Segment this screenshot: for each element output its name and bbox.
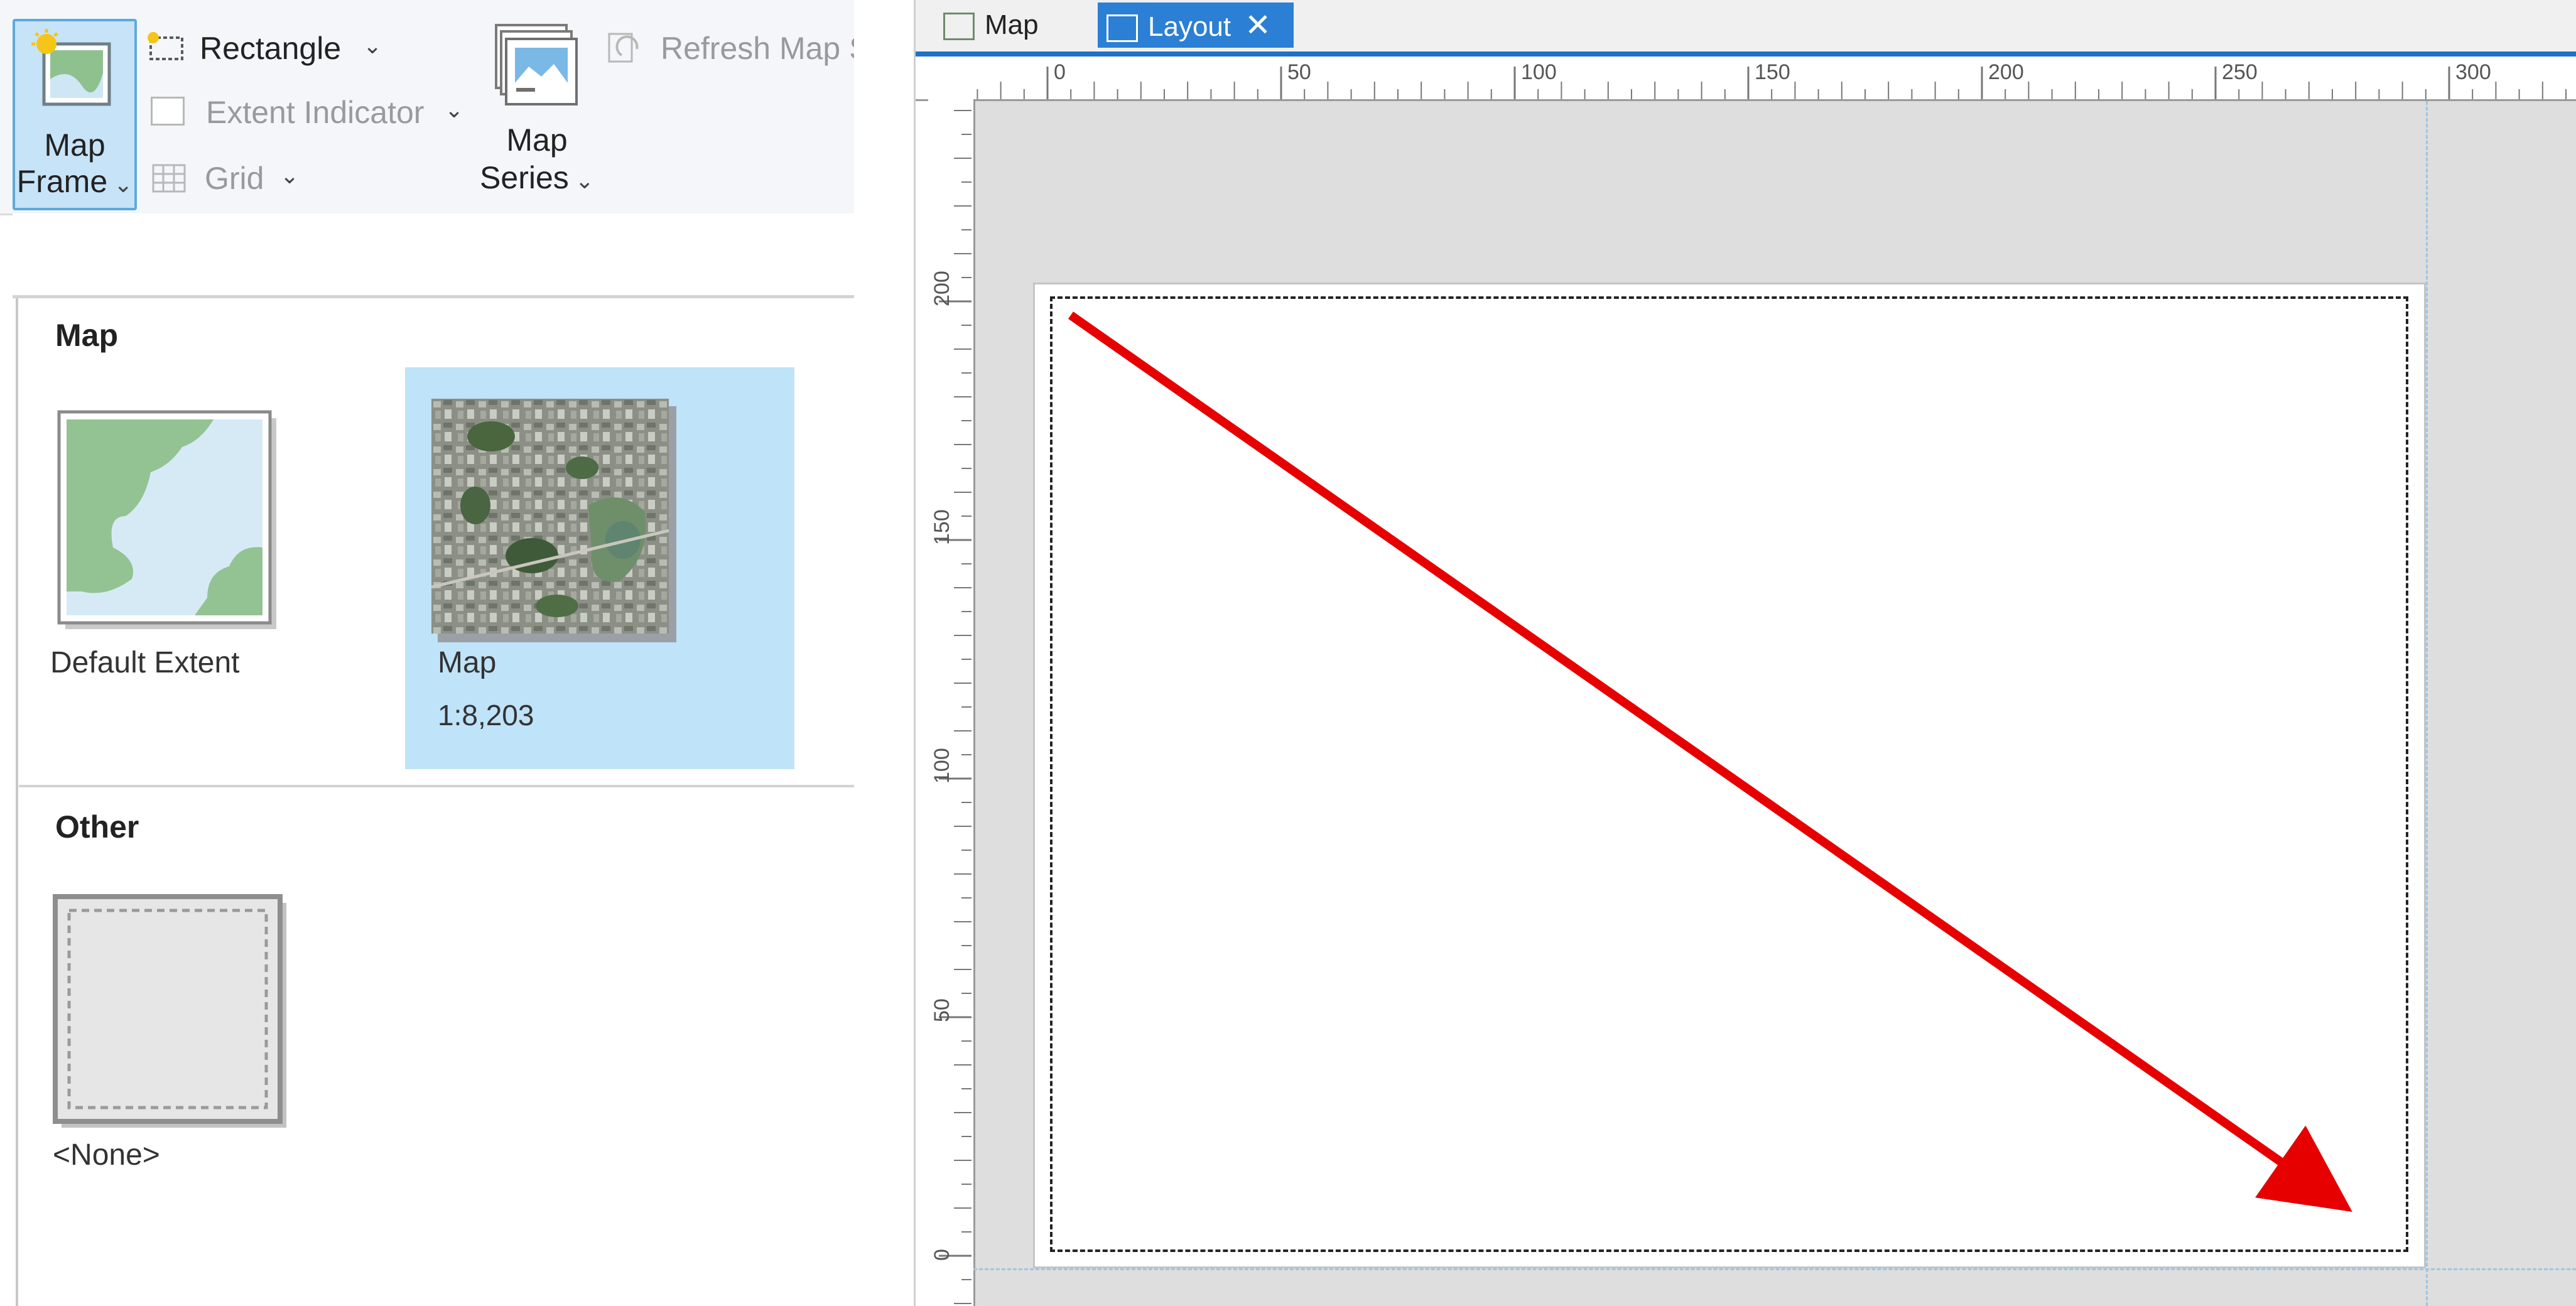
ruler-top-label: 100: [1521, 60, 1557, 84]
ruler-left-label: 50: [930, 998, 954, 1022]
ruler-top-label: 200: [1988, 60, 2024, 84]
ruler-top-label: 300: [2455, 60, 2491, 84]
ruler-top-label: 50: [1287, 60, 1311, 84]
ruler-ticks: 0 50 100 150 200 250 300 200 150 100 50 0: [930, 60, 2567, 1304]
ruler-top-label: 250: [2222, 60, 2258, 84]
ruler-top-label: 0: [1054, 60, 1066, 84]
ruler-left-label: 200: [930, 271, 954, 306]
ruler-left-label: 150: [930, 509, 954, 545]
ruler-left-label: 100: [930, 748, 954, 784]
ruler-top-label: 150: [1755, 60, 1790, 84]
ruler-left-label: 0: [930, 1249, 954, 1261]
